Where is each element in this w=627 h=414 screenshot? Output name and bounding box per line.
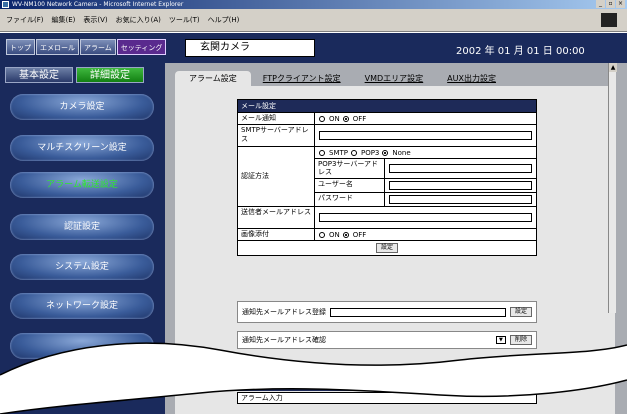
alarm-input-row: アラーム入力 [237,392,537,404]
menu-file[interactable]: ファイル(F) [6,15,44,25]
mail-settings-form: メール設定 メール通知 ON OFF SMTPサーバーアドレス 認証方法 SMT… [237,99,537,256]
attach-label: 画像添付 [238,229,315,240]
notify-confirm-dropdown[interactable]: ▼ [495,336,506,344]
sidebar-item-system[interactable]: システム設定 [10,254,154,280]
auth-none-label: None [392,148,411,157]
nav-top[interactable]: トップ [6,39,35,55]
notify-register-label: 通知先メールアドレス登録 [242,308,326,316]
username-label: ユーザー名 [315,179,385,192]
menu-edit[interactable]: 編集(E) [52,15,76,25]
nav-memory[interactable]: エメロール [36,39,79,55]
sidebar-item-multiscreen[interactable]: マルチスクリーン設定 [10,135,154,161]
sidebar-item-auth[interactable]: 認証設定 [10,214,154,240]
vertical-scrollbar[interactable]: ▲ [608,63,617,313]
window-title: WV-NM100 Network Camera - Microsoft Inte… [12,1,184,8]
notify-register-input[interactable] [330,307,506,317]
sidebar-item-alarm-transfer[interactable]: アラーム転送設定 [10,172,154,198]
close-button[interactable]: × [616,0,625,8]
auth-pop3-radio[interactable] [350,149,357,156]
auth-none-radio[interactable] [382,149,389,156]
sidebar-item-extra[interactable] [10,333,154,359]
auth-row: 認証方法 SMTP POP3 None POP3サーバーアドレス ユーザー名 パ… [238,146,536,206]
auth-smtp-radio[interactable] [319,149,325,156]
menu-tools[interactable]: ツール(T) [169,15,200,25]
menu-favorites[interactable]: お気に入り(A) [116,15,161,25]
alarm-settings-header: アラーム設定 [237,380,537,391]
top-nav: トップ エメロール アラーム セッティング [6,39,167,55]
menu-help[interactable]: ヘルプ(H) [208,15,240,25]
mail-notify-label: メール通知 [238,113,315,124]
password-label: パスワード [315,193,385,206]
sender-input[interactable] [319,213,532,222]
password-input[interactable] [389,195,532,204]
sidebar-item-network[interactable]: ネットワーク設定 [10,293,154,319]
sender-row: 送信者メールアドレス [238,206,536,228]
mail-set-button[interactable]: 設定 [375,243,398,253]
mail-notify-row: メール通知 ON OFF [238,112,536,124]
auth-label: 認証方法 [238,147,315,206]
page-header: トップ エメロール アラーム セッティング 玄関カメラ 2002 年 01 月 … [0,33,627,63]
mail-notify-off-label: OFF [352,114,367,123]
window-controls: _ ▫ × [596,0,625,8]
username-input[interactable] [389,181,532,190]
attach-off-radio[interactable] [342,231,349,238]
tab-ftp-client[interactable]: FTPクライアント設定 [251,71,353,86]
maximize-button[interactable]: ▫ [606,0,615,8]
notify-delete-button[interactable]: 削除 [509,335,532,345]
attach-row: 画像添付 ON OFF [238,228,536,240]
settings-mode-tabs: 基本設定 詳細設定 [5,67,144,83]
window-title-bar: WV-NM100 Network Camera - Microsoft Inte… [0,0,627,9]
scroll-up-icon[interactable]: ▲ [609,63,617,72]
smtp-label: SMTPサーバーアドレス [238,125,315,146]
minimize-button[interactable]: _ [596,0,605,8]
auth-smtp-label: SMTP [329,148,348,157]
tab-advanced-settings[interactable]: 詳細設定 [76,67,144,83]
nav-alarm[interactable]: アラーム [80,39,116,55]
attach-on-label: ON [329,230,340,239]
tab-basic-settings[interactable]: 基本設定 [5,67,73,83]
smtp-row: SMTPサーバーアドレス [238,124,536,146]
camera-name: 玄関カメラ [185,39,315,57]
windows-logo-icon [601,13,617,27]
notify-confirm-label: 通知先メールアドレス確認 [242,336,326,344]
mail-notify-on-label: ON [329,114,340,123]
mail-settings-header: メール設定 [238,100,536,112]
app-icon [2,1,9,8]
tab-vmd-area[interactable]: VMDエリア設定 [353,71,436,86]
content-tabs: アラーム設定 FTPクライアント設定 VMDエリア設定 AUX出力設定 [175,70,615,86]
smtp-input[interactable] [319,131,532,140]
pop3-label: POP3サーバーアドレス [315,159,385,178]
sidebar: 基本設定 詳細設定 カメラ設定 マルチスクリーン設定 アラーム転送設定 認証設定… [0,63,165,414]
menu-view[interactable]: 表示(V) [83,15,107,25]
mail-notify-on-radio[interactable] [319,115,325,122]
menu-bar: ファイル(F) 編集(E) 表示(V) お気に入り(A) ツール(T) ヘルプ(… [0,9,627,32]
notify-confirm-row: 通知先メールアドレス確認 ▼ 削除 [237,331,537,349]
notify-register-button[interactable]: 設定 [509,307,532,317]
nav-setting[interactable]: セッティング [116,39,167,55]
auth-pop3-label: POP3 [360,148,380,157]
notify-register-row: 通知先メールアドレス登録 設定 [237,301,537,323]
set-row: 設定 [238,240,536,255]
date-time: 2002 年 01 月 01 日 00:00 [456,46,585,57]
mail-notify-off-radio[interactable] [342,115,349,122]
tab-alarm-settings[interactable]: アラーム設定 [175,71,251,86]
sidebar-item-camera[interactable]: カメラ設定 [10,94,154,120]
tab-aux-output[interactable]: AUX出力設定 [435,71,508,86]
attach-off-label: OFF [352,230,367,239]
sender-label: 送信者メールアドレス [238,207,315,228]
attach-on-radio[interactable] [319,231,325,238]
pop3-input[interactable] [389,164,532,173]
